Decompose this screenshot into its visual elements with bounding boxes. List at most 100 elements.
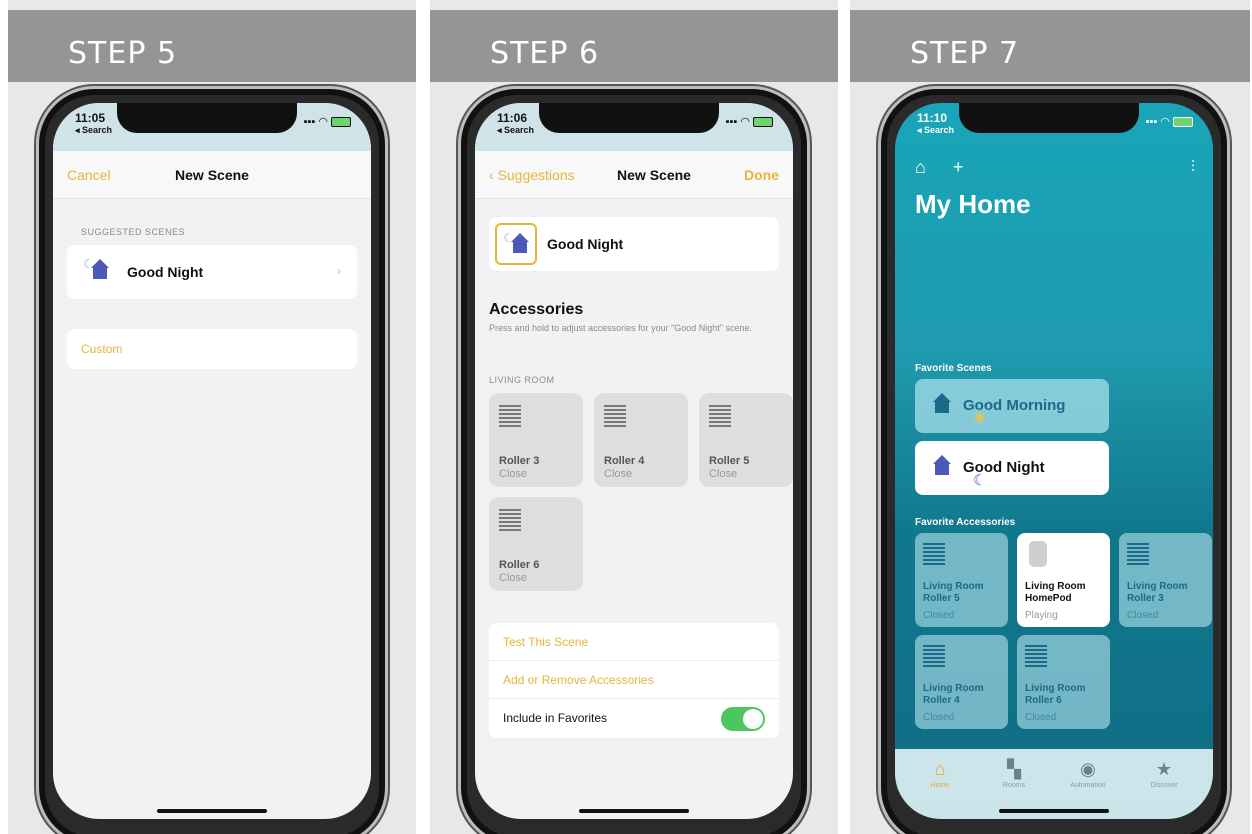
battery-icon	[753, 117, 773, 128]
phone-frame: 11:05 ◂ Search ▪▪▪ ◠ Cancel New Scene SU…	[36, 86, 388, 834]
status-time: 11:05	[75, 111, 106, 125]
accessory-tile-roller-6[interactable]: Living Room Roller 6 Closed	[1017, 635, 1110, 729]
panel-step-7: STEP 7 11:10 ◂ Search ▪▪▪ ◠ ⌂ + ⫶ My Hom…	[850, 0, 1250, 834]
battery-icon	[331, 117, 351, 128]
tile-state: Close	[499, 572, 528, 584]
add-remove-accessories-button[interactable]: Add or Remove Accessories	[489, 661, 779, 699]
scene-icon-button[interactable]: ☾	[495, 223, 537, 265]
tile-room: Living Room	[923, 683, 984, 694]
phone-screen: 11:06 ◂ Search ▪▪▪ ◠ ‹ Suggestions New S…	[475, 103, 793, 819]
blinds-icon	[499, 509, 521, 531]
phone-notch	[959, 103, 1139, 133]
accessory-tile-roller-4[interactable]: Roller 4 Close	[594, 393, 688, 487]
tile-state: Closed	[1127, 610, 1159, 621]
signal-icon: ▪▪▪	[303, 116, 316, 128]
tile-name: Roller 6	[499, 559, 540, 571]
tile-state: Closed	[923, 712, 955, 723]
blinds-icon	[923, 543, 945, 565]
tile-state: Closed	[1025, 712, 1057, 723]
tile-name: Roller 5	[923, 593, 960, 604]
wifi-icon: ◠	[740, 116, 750, 128]
tile-state: Closed	[923, 610, 955, 621]
tab-discover[interactable]: ★ Discover	[1129, 759, 1199, 789]
accessory-tile-roller-3[interactable]: Roller 3 Close	[489, 393, 583, 487]
voice-waveform-icon[interactable]: ⫶	[1191, 159, 1195, 177]
step-header: STEP 5	[8, 10, 416, 82]
back-to-search-link[interactable]: ◂ Search	[497, 125, 534, 136]
accessory-tile-roller-5[interactable]: Living Room Roller 5 Closed	[915, 533, 1008, 627]
accessories-description: Press and hold to adjust accessories for…	[489, 323, 753, 333]
phone-frame: 11:10 ◂ Search ▪▪▪ ◠ ⌂ + ⫶ My Home Favor…	[878, 86, 1230, 834]
favorite-scenes-caption: Favorite Scenes	[915, 363, 992, 374]
test-scene-button[interactable]: Test This Scene	[489, 623, 779, 661]
phone-notch	[117, 103, 297, 133]
done-button[interactable]: Done	[744, 167, 779, 183]
add-icon[interactable]: +	[953, 157, 964, 177]
panel-step-5: STEP 5 11:05 ◂ Search ▪▪▪ ◠ Cancel New S…	[8, 0, 416, 834]
accessory-tile-roller-5[interactable]: Roller 5 Close	[699, 393, 793, 487]
tile-name: Roller 4	[923, 695, 960, 706]
tile-name: Roller 3	[1127, 593, 1164, 604]
phone-screen: 11:05 ◂ Search ▪▪▪ ◠ Cancel New Scene SU…	[53, 103, 371, 819]
status-icons: ▪▪▪ ◠	[726, 115, 773, 128]
back-to-search-link[interactable]: ◂ Search	[917, 125, 954, 136]
tile-room: Living Room	[1127, 581, 1188, 592]
home-indicator	[157, 809, 267, 813]
scene-name: Good Night	[547, 236, 624, 252]
tab-rooms[interactable]: ▚ Rooms	[979, 759, 1049, 789]
step-label: STEP 7	[910, 36, 1020, 71]
include-favorites-toggle[interactable]	[721, 707, 765, 731]
home-indicator	[579, 809, 689, 813]
battery-icon	[1173, 117, 1193, 128]
scene-name-card[interactable]: ☾ Good Night	[489, 217, 779, 271]
step-label: STEP 6	[490, 36, 600, 71]
tile-room: Living Room	[1025, 683, 1086, 694]
scene-name: Good Morning	[963, 397, 1066, 414]
scene-row-good-night[interactable]: ☾ Good Night ›	[67, 245, 357, 299]
tile-name: Roller 6	[1025, 695, 1062, 706]
phone-screen: 11:10 ◂ Search ▪▪▪ ◠ ⌂ + ⫶ My Home Favor…	[895, 103, 1213, 819]
custom-row[interactable]: Custom	[67, 329, 357, 369]
top-actions: ⌂ +	[915, 157, 963, 178]
tile-room: Living Room	[1025, 581, 1086, 592]
custom-label: Custom	[81, 342, 123, 356]
scene-good-morning[interactable]: ☀ Good Morning	[915, 379, 1109, 433]
status-time: 11:06	[497, 111, 528, 125]
tab-automation[interactable]: ◉ Automation	[1053, 759, 1123, 789]
add-remove-label: Add or Remove Accessories	[503, 673, 654, 687]
tile-name: HomePod	[1025, 593, 1072, 604]
accessories-heading: Accessories	[489, 301, 584, 318]
tile-name: Roller 4	[604, 455, 645, 467]
good-night-scene-icon: ☾	[83, 257, 111, 285]
accessory-tile-roller-4[interactable]: Living Room Roller 4 Closed	[915, 635, 1008, 729]
home-tab-icon: ⌂	[934, 759, 946, 779]
include-favorites-label: Include in Favorites	[503, 711, 608, 725]
nav-bar: ‹ Suggestions New Scene Done	[475, 151, 793, 199]
wifi-icon: ◠	[1160, 116, 1170, 128]
accessory-tile-homepod[interactable]: Living Room HomePod Playing	[1017, 533, 1110, 627]
include-favorites-row: Include in Favorites	[489, 699, 779, 739]
chevron-left-icon: ‹	[489, 167, 498, 183]
blinds-icon	[1025, 645, 1047, 667]
tab-label: Rooms	[1002, 782, 1026, 789]
tile-room: Living Room	[923, 581, 984, 592]
phone-notch	[539, 103, 719, 133]
tab-home[interactable]: ⌂ Home	[905, 759, 975, 789]
nav-bar: Cancel New Scene	[53, 151, 371, 199]
accessory-tile-roller-3[interactable]: Living Room Roller 3 Closed	[1119, 533, 1212, 627]
scene-good-night[interactable]: ☾ Good Night	[915, 441, 1109, 495]
automation-tab-icon: ◉	[1080, 759, 1096, 779]
step-header: STEP 6	[430, 10, 838, 82]
homepod-icon	[1029, 541, 1047, 567]
home-indicator	[999, 809, 1109, 813]
accessory-tile-roller-6[interactable]: Roller 6 Close	[489, 497, 583, 591]
home-icon[interactable]: ⌂	[915, 157, 926, 177]
tile-name: Roller 5	[709, 455, 750, 467]
scene-name: Good Night	[963, 459, 1045, 476]
tile-state: Playing	[1025, 610, 1058, 621]
blinds-icon	[1127, 543, 1149, 565]
phone-frame: 11:06 ◂ Search ▪▪▪ ◠ ‹ Suggestions New S…	[458, 86, 810, 834]
favorite-accessories-caption: Favorite Accessories	[915, 517, 1016, 528]
blinds-icon	[499, 405, 521, 427]
back-to-search-link[interactable]: ◂ Search	[75, 125, 112, 136]
